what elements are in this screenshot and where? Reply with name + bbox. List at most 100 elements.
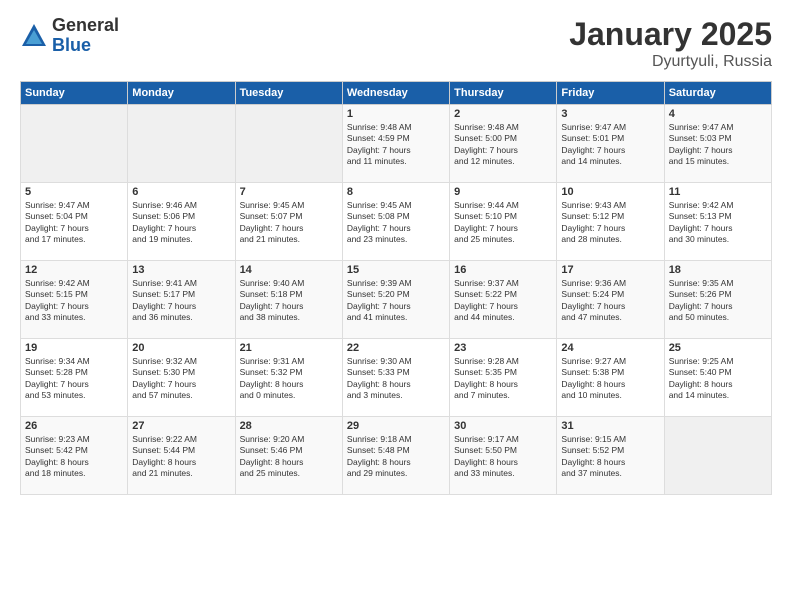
- cell-content: Sunrise: 9:42 AM Sunset: 5:13 PM Dayligh…: [669, 200, 767, 246]
- calendar-cell: 27 Sunrise: 9:22 AM Sunset: 5:44 PM Dayli…: [128, 417, 235, 495]
- cell-content: Sunrise: 9:17 AM Sunset: 5:50 PM Dayligh…: [454, 434, 552, 480]
- month-title: January 2025: [569, 16, 772, 53]
- calendar-cell: 30 Sunrise: 9:17 AM Sunset: 5:50 PM Dayli…: [450, 417, 557, 495]
- cell-content: Sunrise: 9:47 AM Sunset: 5:04 PM Dayligh…: [25, 200, 123, 246]
- calendar-cell: 29 Sunrise: 9:18 AM Sunset: 5:48 PM Dayli…: [342, 417, 449, 495]
- day-number: 3: [561, 108, 659, 120]
- cell-content: Sunrise: 9:42 AM Sunset: 5:15 PM Dayligh…: [25, 278, 123, 324]
- calendar-cell: 6Sunrise: 9:46 AM Sunset: 5:06 PM Daylig…: [128, 183, 235, 261]
- cell-content: Sunrise: 9:47 AM Sunset: 5:03 PM Dayligh…: [669, 122, 767, 168]
- calendar-cell: 21 Sunrise: 9:31 AM Sunset: 5:32 PM Dayli…: [235, 339, 342, 417]
- day-number: 9: [454, 186, 552, 198]
- cell-content: Sunrise: 9:15 AM Sunset: 5:52 PM Dayligh…: [561, 434, 659, 480]
- calendar-cell: 31 Sunrise: 9:15 AM Sunset: 5:52 PM Dayli…: [557, 417, 664, 495]
- day-number: 19: [25, 342, 123, 354]
- day-number: 1: [347, 108, 445, 120]
- day-number: 30: [454, 420, 552, 432]
- cell-content: Sunrise: 9:37 AM Sunset: 5:22 PM Dayligh…: [454, 278, 552, 324]
- day-number: 23: [454, 342, 552, 354]
- cell-content: Sunrise: 9:45 AM Sunset: 5:07 PM Dayligh…: [240, 200, 338, 246]
- day-number: 21: [240, 342, 338, 354]
- day-number: 28: [240, 420, 338, 432]
- calendar-cell: 19 Sunrise: 9:34 AM Sunset: 5:28 PM Dayli…: [21, 339, 128, 417]
- day-number: 17: [561, 264, 659, 276]
- calendar-header: SundayMondayTuesdayWednesdayThursdayFrid…: [21, 82, 772, 105]
- calendar-cell: 11Sunrise: 9:42 AM Sunset: 5:13 PM Dayli…: [664, 183, 771, 261]
- day-number: 22: [347, 342, 445, 354]
- day-number: 15: [347, 264, 445, 276]
- day-header: Sunday: [21, 82, 128, 105]
- cell-content: Sunrise: 9:32 AM Sunset: 5:30 PM Dayligh…: [132, 356, 230, 402]
- day-header: Wednesday: [342, 82, 449, 105]
- day-number: 27: [132, 420, 230, 432]
- calendar-cell: 18 Sunrise: 9:35 AM Sunset: 5:26 PM Dayli…: [664, 261, 771, 339]
- calendar-cell: [664, 417, 771, 495]
- cell-content: Sunrise: 9:30 AM Sunset: 5:33 PM Dayligh…: [347, 356, 445, 402]
- week-row: 1 Sunrise: 9:48 AM Sunset: 4:59 PM Daylig…: [21, 105, 772, 183]
- day-header: Tuesday: [235, 82, 342, 105]
- calendar-cell: 12 Sunrise: 9:42 AM Sunset: 5:15 PM Dayli…: [21, 261, 128, 339]
- day-number: 7: [240, 186, 338, 198]
- calendar-cell: 1 Sunrise: 9:48 AM Sunset: 4:59 PM Daylig…: [342, 105, 449, 183]
- day-number: 12: [25, 264, 123, 276]
- logo-general: General: [52, 16, 119, 36]
- cell-content: Sunrise: 9:44 AM Sunset: 5:10 PM Dayligh…: [454, 200, 552, 246]
- day-number: 31: [561, 420, 659, 432]
- cell-content: Sunrise: 9:40 AM Sunset: 5:18 PM Dayligh…: [240, 278, 338, 324]
- logo-blue: Blue: [52, 36, 119, 56]
- day-number: 14: [240, 264, 338, 276]
- cell-content: Sunrise: 9:41 AM Sunset: 5:17 PM Dayligh…: [132, 278, 230, 324]
- week-row: 12 Sunrise: 9:42 AM Sunset: 5:15 PM Dayli…: [21, 261, 772, 339]
- page: General Blue January 2025 Dyurtyuli, Rus…: [0, 0, 792, 612]
- day-number: 20: [132, 342, 230, 354]
- week-row: 26Sunrise: 9:23 AM Sunset: 5:42 PM Dayli…: [21, 417, 772, 495]
- calendar-cell: 22 Sunrise: 9:30 AM Sunset: 5:33 PM Dayli…: [342, 339, 449, 417]
- calendar-cell: 25Sunrise: 9:25 AM Sunset: 5:40 PM Dayli…: [664, 339, 771, 417]
- cell-content: Sunrise: 9:43 AM Sunset: 5:12 PM Dayligh…: [561, 200, 659, 246]
- calendar-cell: 28 Sunrise: 9:20 AM Sunset: 5:46 PM Dayli…: [235, 417, 342, 495]
- cell-content: Sunrise: 9:28 AM Sunset: 5:35 PM Dayligh…: [454, 356, 552, 402]
- calendar-cell: 9 Sunrise: 9:44 AM Sunset: 5:10 PM Daylig…: [450, 183, 557, 261]
- location: Dyurtyuli, Russia: [569, 53, 772, 71]
- day-header: Friday: [557, 82, 664, 105]
- cell-content: Sunrise: 9:23 AM Sunset: 5:42 PM Dayligh…: [25, 434, 123, 480]
- cell-content: Sunrise: 9:35 AM Sunset: 5:26 PM Dayligh…: [669, 278, 767, 324]
- day-number: 5: [25, 186, 123, 198]
- day-number: 13: [132, 264, 230, 276]
- calendar-cell: 3Sunrise: 9:47 AM Sunset: 5:01 PM Daylig…: [557, 105, 664, 183]
- calendar-cell: 24Sunrise: 9:27 AM Sunset: 5:38 PM Dayli…: [557, 339, 664, 417]
- day-header: Saturday: [664, 82, 771, 105]
- calendar-cell: 16 Sunrise: 9:37 AM Sunset: 5:22 PM Dayli…: [450, 261, 557, 339]
- day-number: 16: [454, 264, 552, 276]
- calendar-cell: 23 Sunrise: 9:28 AM Sunset: 5:35 PM Dayli…: [450, 339, 557, 417]
- cell-content: Sunrise: 9:34 AM Sunset: 5:28 PM Dayligh…: [25, 356, 123, 402]
- title-area: January 2025 Dyurtyuli, Russia: [569, 16, 772, 71]
- calendar-cell: 17Sunrise: 9:36 AM Sunset: 5:24 PM Dayli…: [557, 261, 664, 339]
- calendar-cell: 8 Sunrise: 9:45 AM Sunset: 5:08 PM Daylig…: [342, 183, 449, 261]
- day-number: 24: [561, 342, 659, 354]
- calendar-cell: 7 Sunrise: 9:45 AM Sunset: 5:07 PM Daylig…: [235, 183, 342, 261]
- day-number: 29: [347, 420, 445, 432]
- calendar-cell: 2Sunrise: 9:48 AM Sunset: 5:00 PM Daylig…: [450, 105, 557, 183]
- cell-content: Sunrise: 9:18 AM Sunset: 5:48 PM Dayligh…: [347, 434, 445, 480]
- day-number: 2: [454, 108, 552, 120]
- day-number: 8: [347, 186, 445, 198]
- day-number: 25: [669, 342, 767, 354]
- cell-content: Sunrise: 9:20 AM Sunset: 5:46 PM Dayligh…: [240, 434, 338, 480]
- calendar-cell: 14 Sunrise: 9:40 AM Sunset: 5:18 PM Dayli…: [235, 261, 342, 339]
- cell-content: Sunrise: 9:22 AM Sunset: 5:44 PM Dayligh…: [132, 434, 230, 480]
- cell-content: Sunrise: 9:39 AM Sunset: 5:20 PM Dayligh…: [347, 278, 445, 324]
- calendar-cell: 10Sunrise: 9:43 AM Sunset: 5:12 PM Dayli…: [557, 183, 664, 261]
- day-number: 18: [669, 264, 767, 276]
- calendar-cell: 13 Sunrise: 9:41 AM Sunset: 5:17 PM Dayli…: [128, 261, 235, 339]
- cell-content: Sunrise: 9:31 AM Sunset: 5:32 PM Dayligh…: [240, 356, 338, 402]
- cell-content: Sunrise: 9:45 AM Sunset: 5:08 PM Dayligh…: [347, 200, 445, 246]
- calendar-body: 1 Sunrise: 9:48 AM Sunset: 4:59 PM Daylig…: [21, 105, 772, 495]
- week-row: 5 Sunrise: 9:47 AM Sunset: 5:04 PM Daylig…: [21, 183, 772, 261]
- header-row: SundayMondayTuesdayWednesdayThursdayFrid…: [21, 82, 772, 105]
- calendar-cell: [21, 105, 128, 183]
- logo: General Blue: [20, 16, 119, 56]
- calendar-cell: 5 Sunrise: 9:47 AM Sunset: 5:04 PM Daylig…: [21, 183, 128, 261]
- calendar-cell: [128, 105, 235, 183]
- cell-content: Sunrise: 9:48 AM Sunset: 4:59 PM Dayligh…: [347, 122, 445, 168]
